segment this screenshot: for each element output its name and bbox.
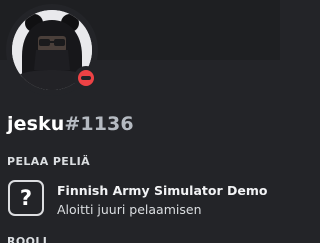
activity-game-name: Finnish Army Simulator Demo xyxy=(57,183,268,198)
avatar-frame xyxy=(6,4,98,96)
status-indicator xyxy=(74,66,98,90)
username-discriminator: #1136 xyxy=(64,113,134,135)
unknown-game-icon: ? xyxy=(8,180,44,216)
question-mark-icon: ? xyxy=(19,186,33,210)
username-name: jesku xyxy=(7,113,65,135)
activity-game-state: Aloitti juuri pelaamisen xyxy=(57,202,202,217)
activity-section-title: PELAA PELIÄ xyxy=(7,155,91,168)
user-profile-popout: jesku#1136 PELAA PELIÄ ? Finnish Army Si… xyxy=(0,0,280,243)
roles-section-title: ROOLI xyxy=(7,235,48,243)
do-not-disturb-icon xyxy=(78,70,94,86)
username[interactable]: jesku#1136 xyxy=(7,113,134,135)
